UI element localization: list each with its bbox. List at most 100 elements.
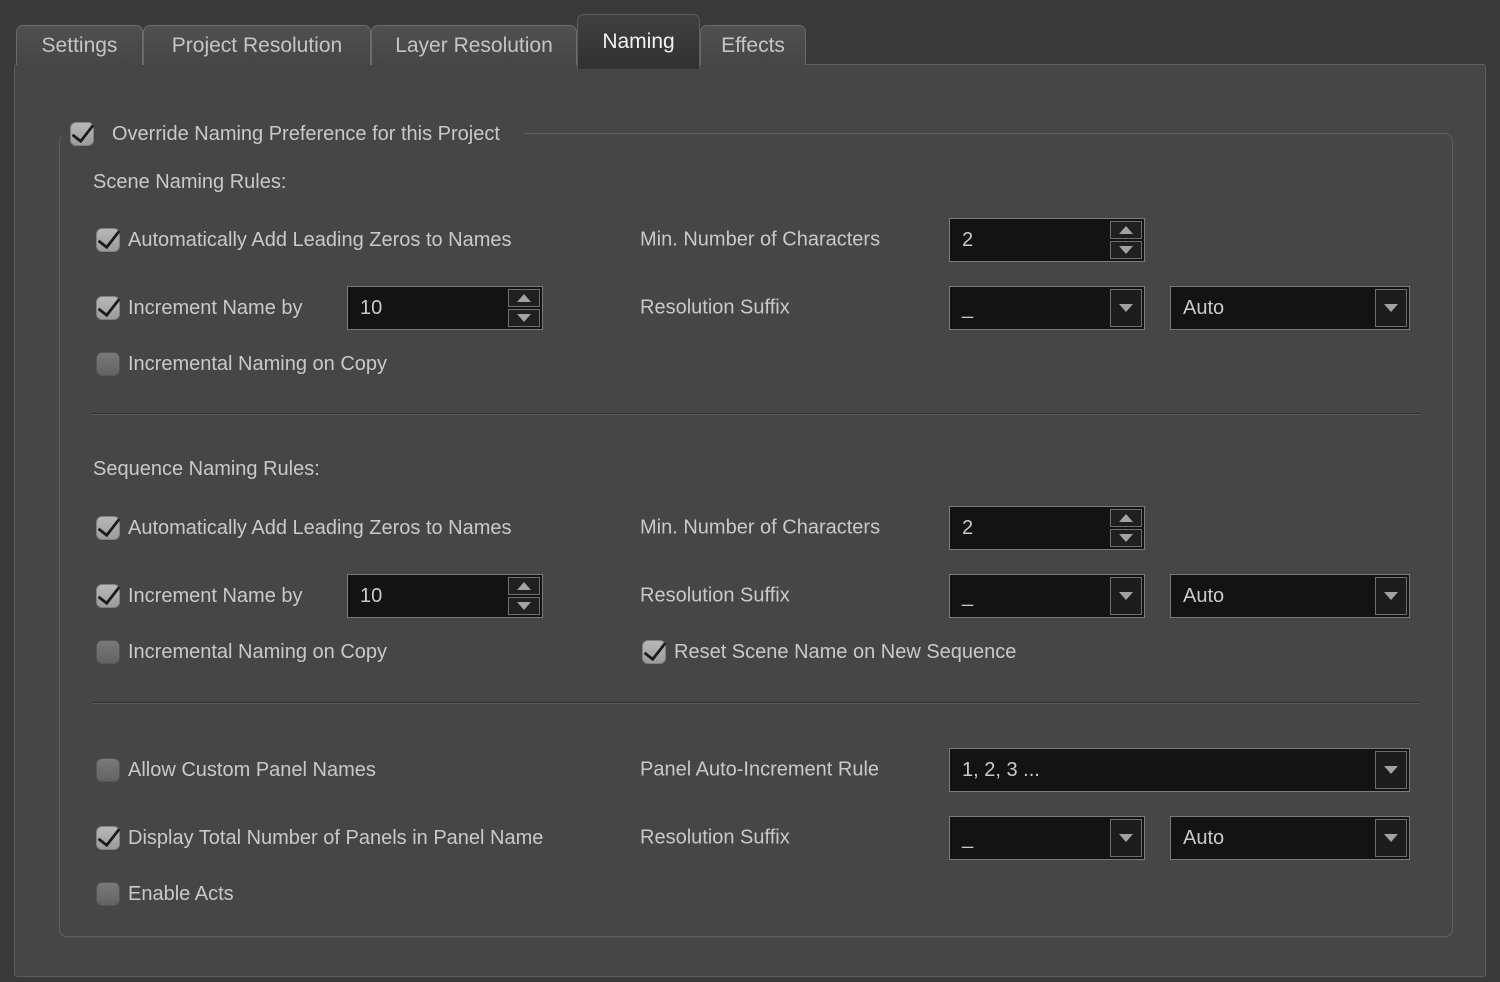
sequence-incremental-copy-checkbox-group[interactable]: Incremental Naming on Copy bbox=[96, 640, 387, 664]
panel-suffix-mode-dropdown[interactable]: Auto bbox=[1170, 816, 1410, 860]
override-naming-label: Override Naming Preference for this Proj… bbox=[112, 123, 500, 146]
spinner-up-button[interactable] bbox=[508, 577, 540, 595]
dropdown-arrow-button[interactable] bbox=[1110, 289, 1142, 327]
allow-custom-panel-names-checkbox[interactable] bbox=[96, 758, 120, 782]
panel-display-total-row: Display Total Number of Panels in Panel … bbox=[60, 816, 1452, 860]
tab-label: Naming bbox=[602, 30, 674, 54]
scene-min-characters-spinner[interactable]: 2 bbox=[949, 218, 1145, 262]
tab-layer-resolution[interactable]: Layer Resolution bbox=[371, 25, 577, 65]
scene-incremental-copy-row: Incremental Naming on Copy bbox=[60, 342, 1452, 386]
reset-scene-name-checkbox[interactable] bbox=[642, 640, 666, 664]
sequence-suffix-separator-dropdown[interactable]: _ bbox=[949, 574, 1145, 618]
scene-suffix-separator-dropdown[interactable]: _ bbox=[949, 286, 1145, 330]
checkmark-icon bbox=[97, 513, 120, 538]
dropdown-arrow-button[interactable] bbox=[1375, 577, 1407, 615]
triangle-down-icon bbox=[1119, 246, 1133, 254]
tab-label: Settings bbox=[42, 34, 118, 58]
scene-increment-checkbox-group[interactable]: Increment Name by bbox=[96, 296, 303, 320]
dropdown-arrow-button[interactable] bbox=[1110, 577, 1142, 615]
override-naming-groupbox: Override Naming Preference for this Proj… bbox=[59, 133, 1453, 937]
sequence-increment-checkbox-group[interactable]: Increment Name by bbox=[96, 584, 303, 608]
section-divider bbox=[93, 413, 1419, 414]
checkmark-icon bbox=[97, 225, 120, 250]
allow-custom-panel-names-checkbox-group[interactable]: Allow Custom Panel Names bbox=[96, 758, 376, 782]
allow-custom-panel-names-label: Allow Custom Panel Names bbox=[128, 759, 376, 782]
spinner-buttons bbox=[508, 287, 542, 329]
display-total-panels-checkbox-group[interactable]: Display Total Number of Panels in Panel … bbox=[96, 826, 543, 850]
spinner-up-button[interactable] bbox=[508, 289, 540, 307]
spinner-buttons bbox=[1110, 219, 1144, 261]
scene-incremental-copy-checkbox[interactable] bbox=[96, 352, 120, 376]
chevron-down-icon bbox=[1384, 304, 1398, 312]
spinner-down-button[interactable] bbox=[1110, 529, 1142, 547]
enable-acts-row: Enable Acts bbox=[60, 872, 1452, 916]
scene-leading-zeros-checkbox-group[interactable]: Automatically Add Leading Zeros to Names bbox=[96, 228, 512, 252]
spinner-up-button[interactable] bbox=[1110, 221, 1142, 239]
checkmark-icon bbox=[71, 119, 94, 144]
chevron-down-icon bbox=[1384, 766, 1398, 774]
dropdown-arrow-button[interactable] bbox=[1110, 819, 1142, 857]
scene-increment-row: Increment Name by 10 Resolution Suffix _… bbox=[60, 286, 1452, 330]
naming-tab-pane: Override Naming Preference for this Proj… bbox=[14, 64, 1486, 977]
sequence-incremental-copy-label: Incremental Naming on Copy bbox=[128, 641, 387, 664]
sequence-leading-zeros-checkbox[interactable] bbox=[96, 516, 120, 540]
sequence-incremental-copy-checkbox[interactable] bbox=[96, 640, 120, 664]
tab-label: Effects bbox=[721, 34, 785, 58]
sequence-suffix-mode-dropdown[interactable]: Auto bbox=[1170, 574, 1410, 618]
checkmark-icon bbox=[643, 637, 666, 662]
scene-increment-spinner[interactable]: 10 bbox=[347, 286, 543, 330]
spinner-down-button[interactable] bbox=[1110, 241, 1142, 259]
sequence-min-characters-spinner[interactable]: 2 bbox=[949, 506, 1145, 550]
reset-scene-name-label: Reset Scene Name on New Sequence bbox=[674, 641, 1016, 664]
scene-incremental-copy-checkbox-group[interactable]: Incremental Naming on Copy bbox=[96, 352, 387, 376]
reset-scene-name-checkbox-group[interactable]: Reset Scene Name on New Sequence bbox=[642, 640, 1016, 664]
sequence-increment-spinner[interactable]: 10 bbox=[347, 574, 543, 618]
tab-effects[interactable]: Effects bbox=[700, 25, 806, 65]
spinner-up-button[interactable] bbox=[1110, 509, 1142, 527]
sequence-leading-zeros-label: Automatically Add Leading Zeros to Names bbox=[128, 517, 512, 540]
spinner-down-button[interactable] bbox=[508, 597, 540, 615]
dropdown-value: _ bbox=[950, 827, 1110, 850]
checkmark-icon bbox=[97, 823, 120, 848]
panel-auto-increment-rule-label: Panel Auto-Increment Rule bbox=[640, 759, 879, 782]
sequence-leading-zeros-checkbox-group[interactable]: Automatically Add Leading Zeros to Names bbox=[96, 516, 512, 540]
override-naming-legend: Override Naming Preference for this Proj… bbox=[62, 112, 524, 156]
triangle-up-icon bbox=[517, 294, 531, 302]
enable-acts-checkbox-group[interactable]: Enable Acts bbox=[96, 882, 234, 906]
panel-custom-names-row: Allow Custom Panel Names Panel Auto-Incr… bbox=[60, 748, 1452, 792]
spinner-down-button[interactable] bbox=[508, 309, 540, 327]
dropdown-value: Auto bbox=[1171, 297, 1375, 320]
spinner-value: 10 bbox=[348, 585, 508, 608]
tab-project-resolution[interactable]: Project Resolution bbox=[143, 25, 371, 65]
sequence-naming-rules-title: Sequence Naming Rules: bbox=[93, 458, 320, 481]
tab-settings[interactable]: Settings bbox=[16, 25, 143, 65]
panel-suffix-separator-dropdown[interactable]: _ bbox=[949, 816, 1145, 860]
dropdown-arrow-button[interactable] bbox=[1375, 751, 1407, 789]
scene-leading-zeros-checkbox[interactable] bbox=[96, 228, 120, 252]
tab-label: Layer Resolution bbox=[395, 34, 553, 58]
display-total-panels-checkbox[interactable] bbox=[96, 826, 120, 850]
sequence-increment-checkbox[interactable] bbox=[96, 584, 120, 608]
spinner-value: 10 bbox=[348, 297, 508, 320]
scene-increment-checkbox[interactable] bbox=[96, 296, 120, 320]
triangle-up-icon bbox=[1119, 226, 1133, 234]
spinner-value: 2 bbox=[950, 229, 1110, 252]
triangle-up-icon bbox=[517, 582, 531, 590]
tab-label: Project Resolution bbox=[172, 34, 342, 58]
dropdown-arrow-button[interactable] bbox=[1375, 289, 1407, 327]
dropdown-value: Auto bbox=[1171, 827, 1375, 850]
chevron-down-icon bbox=[1119, 834, 1133, 842]
sequence-leading-zeros-row: Automatically Add Leading Zeros to Names… bbox=[60, 506, 1452, 550]
scene-increment-label: Increment Name by bbox=[128, 297, 303, 320]
tab-naming[interactable]: Naming bbox=[577, 14, 700, 69]
dropdown-value: 1, 2, 3 ... bbox=[950, 759, 1375, 782]
sequence-min-characters-label: Min. Number of Characters bbox=[640, 517, 880, 540]
override-naming-checkbox[interactable] bbox=[70, 122, 94, 146]
dropdown-value: _ bbox=[950, 585, 1110, 608]
dropdown-arrow-button[interactable] bbox=[1375, 819, 1407, 857]
chevron-down-icon bbox=[1119, 304, 1133, 312]
scene-suffix-mode-dropdown[interactable]: Auto bbox=[1170, 286, 1410, 330]
enable-acts-checkbox[interactable] bbox=[96, 882, 120, 906]
triangle-up-icon bbox=[1119, 514, 1133, 522]
panel-auto-increment-rule-dropdown[interactable]: 1, 2, 3 ... bbox=[949, 748, 1410, 792]
